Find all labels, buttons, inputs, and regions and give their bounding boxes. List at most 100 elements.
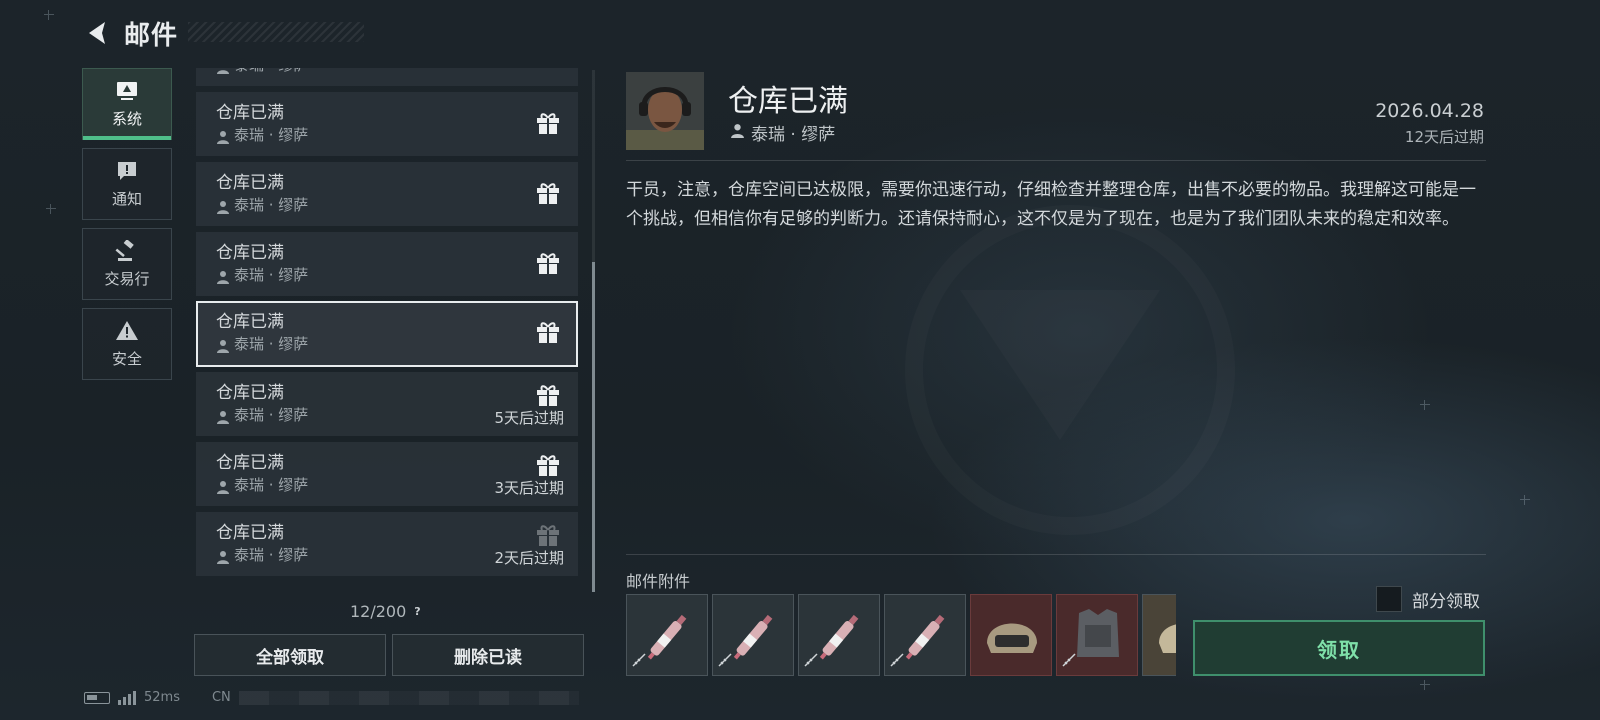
mail-subject: 仓库已满	[216, 383, 284, 403]
tab-security[interactable]: 安全	[82, 308, 172, 380]
gavel-icon	[115, 239, 139, 262]
claim-all-button[interactable]: 全部领取	[194, 634, 386, 676]
claim-button[interactable]: 领取	[1193, 620, 1485, 676]
mail-subject: 仓库已满	[216, 523, 284, 543]
attachments-label: 邮件附件	[626, 572, 691, 591]
mail-sender: 泰瑞 · 缪萨	[234, 196, 309, 214]
mail-count-value: 12/200	[350, 602, 407, 621]
list-item[interactable]: 仓库已满 泰瑞 · 缪萨	[196, 232, 578, 296]
person-icon	[216, 198, 230, 214]
mail-sender: 泰瑞 · 缪萨	[234, 335, 309, 353]
divider	[626, 160, 1486, 161]
mail-body: 干员，注意，仓库空间已达极限，需要你迅速行动，仔细检查并整理仓库，出售不必要的物…	[626, 180, 1476, 229]
partial-claim-checkbox[interactable]	[1376, 586, 1402, 612]
mail-expiry: 2天后过期	[494, 549, 564, 567]
helmet-icon	[1143, 624, 1176, 676]
status-bar: 52ms CN	[84, 690, 579, 705]
help-icon[interactable]: ?	[414, 605, 420, 618]
mail-subject: 仓库已满	[216, 312, 284, 332]
gift-icon	[536, 182, 560, 208]
decor-cross	[1520, 495, 1530, 505]
locked-icon	[632, 652, 646, 671]
person-icon	[216, 408, 230, 424]
list-item[interactable]: 仓库已满 泰瑞 · 缪萨	[196, 162, 578, 226]
mail-date: 2026.04.28	[1375, 100, 1484, 122]
locked-icon	[890, 652, 904, 671]
tab-trade[interactable]: 交易行	[82, 228, 172, 300]
mail-sender: 泰瑞 · 缪萨	[234, 476, 309, 494]
mail-subject: 仓库已满	[216, 103, 284, 123]
person-icon	[216, 548, 230, 564]
title-decoration	[188, 22, 364, 42]
attachments-list[interactable]	[626, 594, 1176, 676]
list-item[interactable]: 仓库已满 泰瑞 · 缪萨 2天后过期	[196, 512, 578, 576]
attachment-item[interactable]	[884, 594, 966, 676]
delete-read-button[interactable]: 删除已读	[392, 634, 584, 676]
list-item-selected[interactable]: 仓库已满 泰瑞 · 缪萨	[196, 301, 578, 367]
mail-list[interactable]: x 泰瑞 · 缪萨 仓库已满 泰瑞 · 缪萨 仓库已满 泰瑞 · 缪萨 仓库已满…	[196, 68, 580, 588]
mail-subject: 仓库已满	[216, 243, 284, 263]
mail-sender: 泰瑞 · 缪萨	[234, 266, 309, 284]
person-icon	[216, 68, 230, 74]
helmet-icon	[971, 623, 1053, 676]
sender-avatar	[626, 72, 704, 150]
attachment-item[interactable]	[1142, 594, 1176, 676]
attachment-item[interactable]	[626, 594, 708, 676]
mail-list-scrollbar-thumb[interactable]	[592, 262, 595, 592]
mail-expire: 12天后过期	[1404, 128, 1484, 146]
mail-sender: 泰瑞 · 缪萨	[234, 126, 309, 144]
page-title: 邮件	[124, 20, 179, 51]
attachment-item[interactable]	[970, 594, 1052, 676]
tab-system-label: 系统	[111, 109, 142, 128]
person-icon	[216, 478, 230, 494]
mail-sender: 泰瑞 · 缪萨	[234, 546, 309, 564]
signal-icon	[118, 690, 136, 705]
attachment-item[interactable]	[1056, 594, 1138, 676]
tab-notice[interactable]: 通知	[82, 148, 172, 220]
mail-expiry: 3天后过期	[494, 479, 564, 497]
redacted-info	[238, 690, 579, 705]
background-emblem-triangle	[960, 290, 1160, 440]
locked-icon	[804, 652, 818, 671]
gift-icon	[536, 321, 560, 347]
list-item[interactable]: x 泰瑞 · 缪萨	[196, 68, 578, 86]
partial-claim-label: 部分领取	[1412, 591, 1480, 612]
attachment-item[interactable]	[712, 594, 794, 676]
mail-detail-sender: 泰瑞 · 缪萨	[730, 120, 835, 145]
back-arrow-icon[interactable]	[84, 19, 112, 47]
mail-sender: 泰瑞 · 缪萨	[234, 68, 308, 76]
person-icon	[216, 337, 230, 353]
ping-value: 52ms	[144, 690, 180, 705]
mail-detail-sender-name: 泰瑞 · 缪萨	[751, 125, 836, 145]
server-label: CN	[211, 690, 231, 705]
mail-count: 12/200 ?	[350, 602, 421, 621]
monitor-icon	[115, 80, 139, 102]
category-tabs: 系统 通知 交易行 安全	[82, 68, 176, 388]
list-item[interactable]: 仓库已满 泰瑞 · 缪萨 3天后过期	[196, 442, 578, 506]
person-icon	[730, 123, 745, 143]
locked-icon	[1062, 652, 1076, 671]
attachment-item[interactable]	[798, 594, 880, 676]
mail-subject: 仓库已满	[216, 173, 284, 193]
tab-trade-label: 交易行	[104, 269, 150, 288]
tab-system[interactable]: 系统	[82, 68, 172, 140]
locked-icon	[718, 652, 732, 671]
gift-icon	[536, 112, 560, 138]
warning-icon	[115, 320, 139, 342]
mail-title: 仓库已满	[728, 84, 848, 119]
partial-claim-toggle[interactable]: 部分领取	[1376, 586, 1480, 612]
divider	[626, 554, 1486, 555]
mail-expiry: 5天后过期	[494, 409, 564, 427]
tab-security-label: 安全	[111, 349, 142, 368]
mail-subject: 仓库已满	[216, 453, 284, 473]
decor-cross	[1420, 680, 1430, 690]
person-icon	[216, 268, 230, 284]
list-item[interactable]: 仓库已满 泰瑞 · 缪萨 5天后过期	[196, 372, 578, 436]
person-icon	[216, 128, 230, 144]
alert-icon	[116, 160, 138, 182]
battery-icon	[84, 691, 110, 704]
page-header: 邮件	[84, 14, 178, 52]
mail-sender: 泰瑞 · 缪萨	[234, 406, 309, 424]
list-item[interactable]: 仓库已满 泰瑞 · 缪萨	[196, 92, 578, 156]
decor-cross	[46, 204, 56, 214]
